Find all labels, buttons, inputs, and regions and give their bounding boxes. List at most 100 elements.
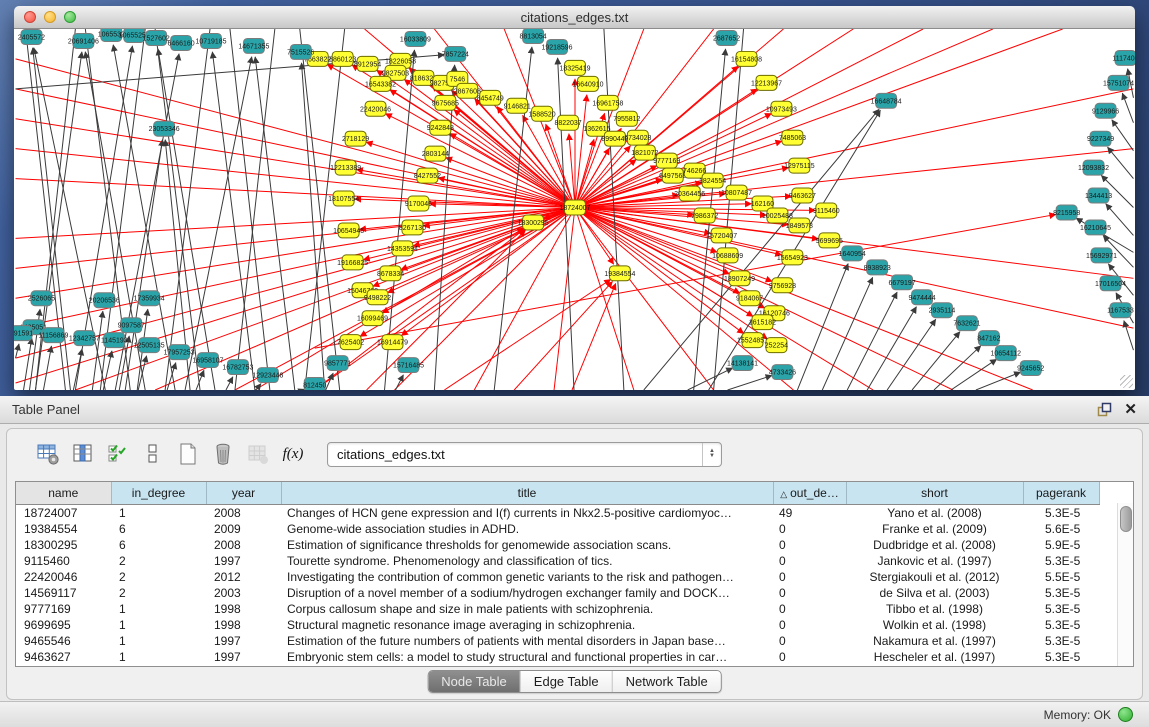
network-node[interactable]: 16961758	[592, 95, 623, 110]
cell-name[interactable]: 18300295	[16, 537, 111, 553]
network-node[interactable]: 19166825	[337, 255, 368, 270]
citation-edge-black[interactable]	[300, 29, 340, 390]
network-node[interactable]: 6466160	[168, 35, 195, 50]
network-node[interactable]: 19218596	[542, 39, 573, 54]
network-node[interactable]: 2687652	[713, 30, 740, 45]
citation-edge-red[interactable]	[575, 208, 634, 390]
cell-title[interactable]: Estimation of the future numbers of pati…	[281, 633, 773, 649]
table-header-row[interactable]: namein_degreeyeartitle△out_de…shortpager…	[16, 482, 1099, 505]
cell-title[interactable]: Genome-wide association studies in ADHD.	[281, 521, 773, 537]
network-node[interactable]: 9857771	[324, 356, 351, 371]
network-node[interactable]: 16914479	[377, 335, 408, 350]
citation-edge-black[interactable]	[951, 359, 997, 390]
cell-pr[interactable]: 5.3E-5	[1023, 601, 1099, 617]
table-mode-icon[interactable]	[35, 441, 61, 467]
cell-out[interactable]: 0	[773, 601, 846, 617]
cell-pr[interactable]: 5.5E-5	[1023, 569, 1099, 585]
cell-short[interactable]: Tibbo et al. (1998)	[846, 601, 1023, 617]
new-column-icon[interactable]	[175, 441, 201, 467]
node-table[interactable]: namein_degreeyeartitle△out_de…shortpager…	[16, 482, 1100, 665]
network-node[interactable]: 1615182	[749, 315, 776, 330]
network-node[interactable]: 7632621	[953, 316, 980, 331]
cell-name[interactable]: 9115460	[16, 553, 111, 569]
cell-indeg[interactable]: 1	[111, 601, 206, 617]
citation-network-graph[interactable]: 1872400776638228860123891295418226058982…	[14, 29, 1135, 390]
citation-edge-black[interactable]	[847, 292, 897, 390]
citation-edge-black[interactable]	[230, 29, 270, 390]
cell-indeg[interactable]: 2	[111, 585, 206, 601]
network-node[interactable]: 1117404	[1112, 50, 1135, 65]
network-node[interactable]: 7485063	[779, 130, 806, 145]
network-node[interactable]: 8267130	[399, 220, 426, 235]
network-node[interactable]: 9777169	[653, 153, 680, 168]
network-node[interactable]: 1344413	[1085, 188, 1112, 203]
cell-out[interactable]: 0	[773, 585, 846, 601]
citation-edge-black[interactable]	[1108, 147, 1134, 178]
network-node[interactable]: 10654112	[991, 346, 1022, 361]
network-node[interactable]: 8822037	[554, 115, 581, 130]
citation-edge-black[interactable]	[728, 375, 772, 390]
network-node[interactable]: 1527602	[143, 30, 170, 45]
cell-title[interactable]: Embryonic stem cells: a model to study s…	[281, 649, 773, 665]
citation-edge-red[interactable]	[575, 89, 1133, 208]
cell-name[interactable]: 22420046	[16, 569, 111, 585]
citation-edge-black[interactable]	[1122, 93, 1133, 123]
deselect-all-icon[interactable]	[140, 441, 166, 467]
citation-edge-black[interactable]	[73, 349, 82, 390]
network-node[interactable]: 9498222	[364, 290, 391, 305]
canvas-resize-grip[interactable]	[1120, 375, 1133, 388]
float-panel-icon[interactable]	[1097, 402, 1112, 417]
table-row[interactable]: 946362711997Embryonic stem cells: a mode…	[16, 649, 1099, 665]
network-node[interactable]: 7515526	[287, 44, 314, 59]
network-node[interactable]: 20691406	[68, 33, 99, 48]
table-vertical-scrollbar[interactable]	[1117, 503, 1133, 666]
network-node[interactable]: 12975115	[784, 158, 815, 173]
network-node[interactable]: 16210645	[1080, 220, 1111, 235]
table-row[interactable]: 2242004622012Investigating the contribut…	[16, 569, 1099, 585]
network-node[interactable]: 8215958	[1053, 205, 1080, 220]
scrollbar-thumb[interactable]	[1120, 506, 1132, 532]
cell-title[interactable]: Disruption of a novel member of a sodium…	[281, 585, 773, 601]
cell-title[interactable]: Investigating the contribution of common…	[281, 569, 773, 585]
cell-year[interactable]: 1997	[206, 553, 281, 569]
cell-indeg[interactable]: 2	[111, 553, 206, 569]
network-node[interactable]: 9245652	[1017, 361, 1044, 376]
network-node[interactable]: 8454749	[477, 90, 504, 105]
cell-title[interactable]: Changes of HCN gene expression and I(f) …	[281, 505, 773, 522]
citation-edge-black[interactable]	[43, 346, 51, 390]
cell-short[interactable]: Stergiakouli et al. (2012)	[846, 569, 1023, 585]
network-node[interactable]: 18325419	[559, 60, 590, 75]
citation-edge-black[interactable]	[934, 346, 981, 390]
citation-edge-black[interactable]	[235, 29, 275, 390]
cell-indeg[interactable]: 6	[111, 537, 206, 553]
cell-name[interactable]: 9699695	[16, 617, 111, 633]
network-node[interactable]: 11156869	[38, 328, 68, 343]
network-node[interactable]: 18107554	[328, 191, 359, 206]
cell-pr[interactable]: 5.3E-5	[1023, 633, 1099, 649]
network-node[interactable]: 9756928	[769, 278, 796, 293]
delete-table-icon[interactable]	[245, 441, 271, 467]
cell-out[interactable]: 0	[773, 553, 846, 569]
cell-name[interactable]: 18724007	[16, 505, 111, 522]
citation-edge-red[interactable]	[575, 208, 953, 390]
cell-year[interactable]: 1998	[206, 601, 281, 617]
cell-out[interactable]: 0	[773, 537, 846, 553]
column-header-title[interactable]: title	[281, 482, 773, 505]
table-row[interactable]: 1938455462009Genome-wide association stu…	[16, 521, 1099, 537]
network-node[interactable]: 6679197	[889, 275, 916, 290]
network-node[interactable]: 8912954	[354, 56, 381, 71]
cell-title[interactable]: Corpus callosum shape and size in male p…	[281, 601, 773, 617]
network-node[interactable]: 12923448	[252, 368, 283, 383]
cell-short[interactable]: Yano et al. (2008)	[846, 505, 1023, 522]
citation-edge-black[interactable]	[1112, 120, 1134, 151]
cell-indeg[interactable]: 1	[111, 649, 206, 665]
network-node[interactable]: 9146821	[504, 98, 531, 113]
table-row[interactable]: 977716911998Corpus callosum shape and si…	[16, 601, 1099, 617]
network-node[interactable]: 15524851	[737, 333, 768, 348]
citation-edge-red[interactable]	[554, 208, 575, 390]
citation-edge-black[interactable]	[92, 311, 103, 390]
table-row[interactable]: 1456911722003Disruption of a novel membe…	[16, 585, 1099, 601]
tab-edge-table[interactable]: Edge Table	[521, 671, 613, 692]
cell-short[interactable]: Wolkin et al. (1998)	[846, 617, 1023, 633]
cell-name[interactable]: 14569117	[16, 585, 111, 601]
